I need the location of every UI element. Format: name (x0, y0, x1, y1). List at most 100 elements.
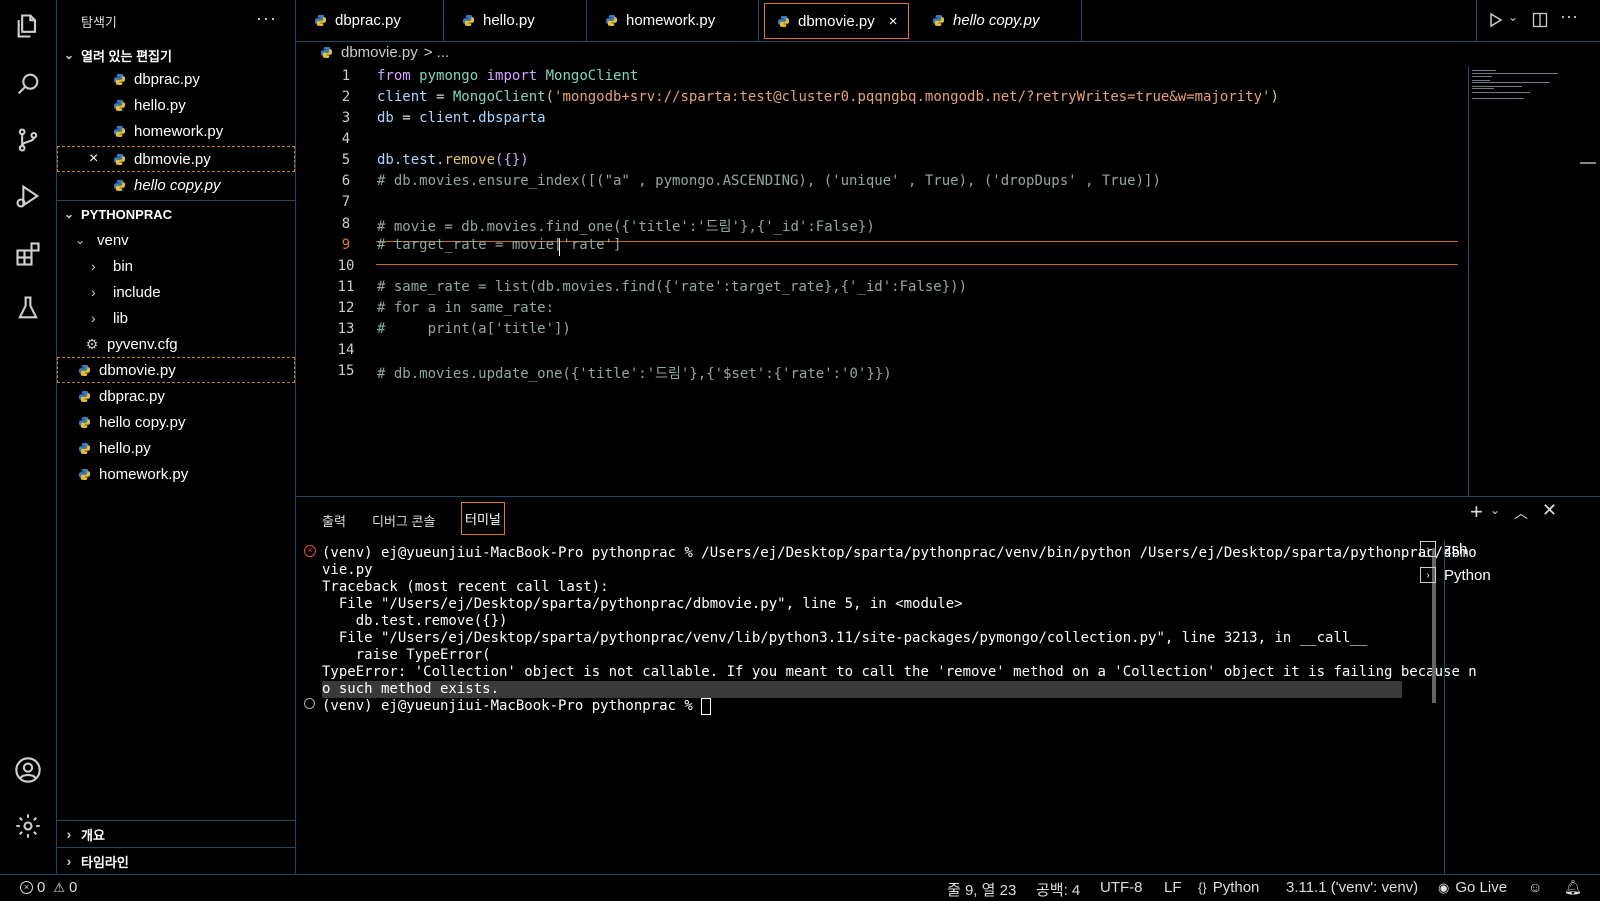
run-icon[interactable] (1488, 12, 1504, 33)
line-number: 5 (341, 152, 351, 168)
code-editor[interactable]: 1 2 3 4 5 6 7 8 9 10 11 12 13 14 15 from… (296, 66, 1600, 497)
minimap-line (1472, 82, 1550, 83)
new-terminal-icon[interactable]: + (1470, 499, 1483, 525)
scrollbar-marker (1580, 162, 1596, 164)
open-editor-item-active[interactable]: × dbmovie.py (57, 146, 295, 172)
python-file-icon (462, 14, 475, 27)
breadcrumb-symbols[interactable]: > ... (424, 44, 449, 61)
string: 'mongodb+srv://sparta:test@cluster0.pqqn… (554, 89, 1271, 105)
chevron-down-icon[interactable]: ⌄ (1490, 503, 1500, 517)
comment-line-current: # target_rate = movie['rate'] (377, 237, 622, 253)
timeline-header[interactable]: › 타임라인 (57, 849, 295, 873)
tab-hello-copy[interactable]: hello copy.py (914, 0, 1082, 41)
minimap[interactable] (1468, 70, 1578, 100)
folder-include[interactable]: › include (57, 279, 295, 305)
encoding[interactable]: UTF-8 (1100, 879, 1143, 896)
file-tree-item[interactable]: hello copy.py (57, 409, 295, 435)
testing-icon[interactable] (12, 292, 44, 324)
search-icon[interactable] (12, 68, 44, 100)
code-line: db.test.remove({}) (377, 152, 529, 168)
open-editor-item[interactable]: hello.py (57, 92, 295, 118)
problems-indicator[interactable]: × 0 ⚠ 0 (20, 879, 77, 896)
source-control-icon[interactable] (12, 124, 44, 156)
terminal-item-python[interactable]: › Python (1420, 562, 1491, 588)
chevron-down-icon[interactable]: ⌄ (1508, 10, 1518, 24)
attribute: .dbsparta (469, 110, 546, 126)
line-number: 1 (341, 68, 351, 84)
close-icon[interactable]: × (89, 150, 112, 168)
folder-venv[interactable]: ⌄ venv (57, 227, 295, 253)
line-number: 3 (341, 110, 351, 126)
tab-label: homework.py (626, 12, 716, 29)
file-tree-item-selected[interactable]: dbmovie.py (57, 357, 295, 383)
tab-dbmovie-active[interactable]: dbmovie.py × (764, 3, 909, 39)
file-pyvenv[interactable]: ⚙ pyvenv.cfg (57, 331, 295, 357)
open-editor-item[interactable]: dbprac.py (57, 66, 295, 92)
tab-hello[interactable]: hello.py (444, 0, 587, 41)
text-cursor (559, 239, 560, 256)
tab-dbprac[interactable]: dbprac.py (296, 0, 444, 41)
breadcrumb: dbmovie.py > ... (320, 44, 449, 61)
split-editor-icon[interactable] (1532, 12, 1548, 33)
breadcrumb-file[interactable]: dbmovie.py (341, 44, 418, 61)
variable: db (377, 152, 394, 168)
folder-bin[interactable]: › bin (57, 253, 295, 279)
settings-gear-icon[interactable] (12, 810, 44, 842)
account-icon[interactable] (12, 754, 44, 786)
language-mode[interactable]: {} Python (1198, 879, 1259, 896)
line-number: 12 (337, 300, 355, 316)
tab-terminal[interactable]: 터미널 (461, 502, 505, 535)
terminal-icon: › (1420, 541, 1436, 557)
go-live-button[interactable]: ◉ Go Live (1438, 879, 1507, 896)
braces-icon: {} (1198, 880, 1207, 895)
warning-icon: ⚠ (53, 879, 65, 895)
code-line: client = MongoClient('mongodb+srv://spar… (377, 89, 1279, 105)
end-of-line[interactable]: LF (1164, 879, 1182, 896)
project-header[interactable]: ⌄ PYTHONPRAC (57, 202, 295, 226)
indentation[interactable]: 공백: 4 (1036, 879, 1080, 900)
python-file-icon (77, 467, 91, 481)
minimap-line (1472, 98, 1524, 99)
terminal-output[interactable]: (venv) ej@yueunjiui-MacBook-Pro pythonpr… (322, 545, 1477, 715)
cursor-position[interactable]: 줄 9, 열 23 (947, 879, 1016, 900)
error-decoration-icon[interactable]: × (304, 545, 316, 557)
feedback-icon[interactable]: ☺ (1528, 879, 1542, 895)
open-editor-item[interactable]: homework.py (57, 118, 295, 144)
close-icon[interactable]: × (889, 13, 898, 30)
file-tree-item[interactable]: hello.py (57, 435, 295, 461)
more-actions-icon[interactable]: ··· (1560, 6, 1578, 27)
folder-name: venv (97, 231, 129, 249)
tab-output[interactable]: 출력 (322, 511, 346, 530)
extensions-icon[interactable] (12, 238, 44, 270)
terminal-item-zsh[interactable]: › zsh (1420, 536, 1491, 562)
explorer-icon[interactable] (12, 10, 44, 42)
file-tree-item[interactable]: dbprac.py (57, 383, 295, 409)
tab-label: dbmovie.py (798, 12, 875, 30)
divider (57, 820, 295, 821)
run-debug-icon[interactable] (12, 180, 44, 212)
timeline-label: 타임라인 (81, 854, 129, 870)
close-panel-icon[interactable]: ✕ (1542, 500, 1557, 521)
maximize-panel-icon[interactable]: ︿ (1514, 503, 1528, 523)
folder-lib[interactable]: › lib (57, 305, 295, 331)
python-interpreter[interactable]: 3.11.1 ('venv': venv) (1286, 879, 1418, 896)
tab-homework[interactable]: homework.py (587, 0, 759, 41)
comment-line: # movie = db.movies.find_one({'title':'드… (377, 219, 875, 235)
open-editors-header[interactable]: ⌄ 열려 있는 편집기 (57, 43, 295, 67)
more-actions-icon[interactable]: ··· (256, 8, 277, 29)
terminal-line: File "/Users/ej/Desktop/sparta/pythonpra… (322, 630, 1368, 646)
minimap-line (1472, 88, 1494, 89)
open-editor-item[interactable]: hello copy.py (57, 172, 295, 198)
operator: = (427, 89, 453, 105)
file-name: pyvenv.cfg (107, 335, 178, 353)
file-name: hello.py (99, 439, 151, 457)
file-name: hello.py (134, 96, 186, 114)
line-number: 15 (337, 363, 355, 379)
notifications-bell-icon[interactable]: 🔔︎ (1564, 879, 1582, 896)
outline-header[interactable]: › 개요 (57, 822, 295, 846)
file-tree-item[interactable]: homework.py (57, 461, 295, 487)
file-name: hello copy.py (134, 176, 221, 194)
command-decoration-icon[interactable] (304, 698, 315, 709)
terminal-line: raise TypeError( (322, 647, 491, 663)
tab-debug-console[interactable]: 디버그 콘솔 (372, 511, 435, 530)
